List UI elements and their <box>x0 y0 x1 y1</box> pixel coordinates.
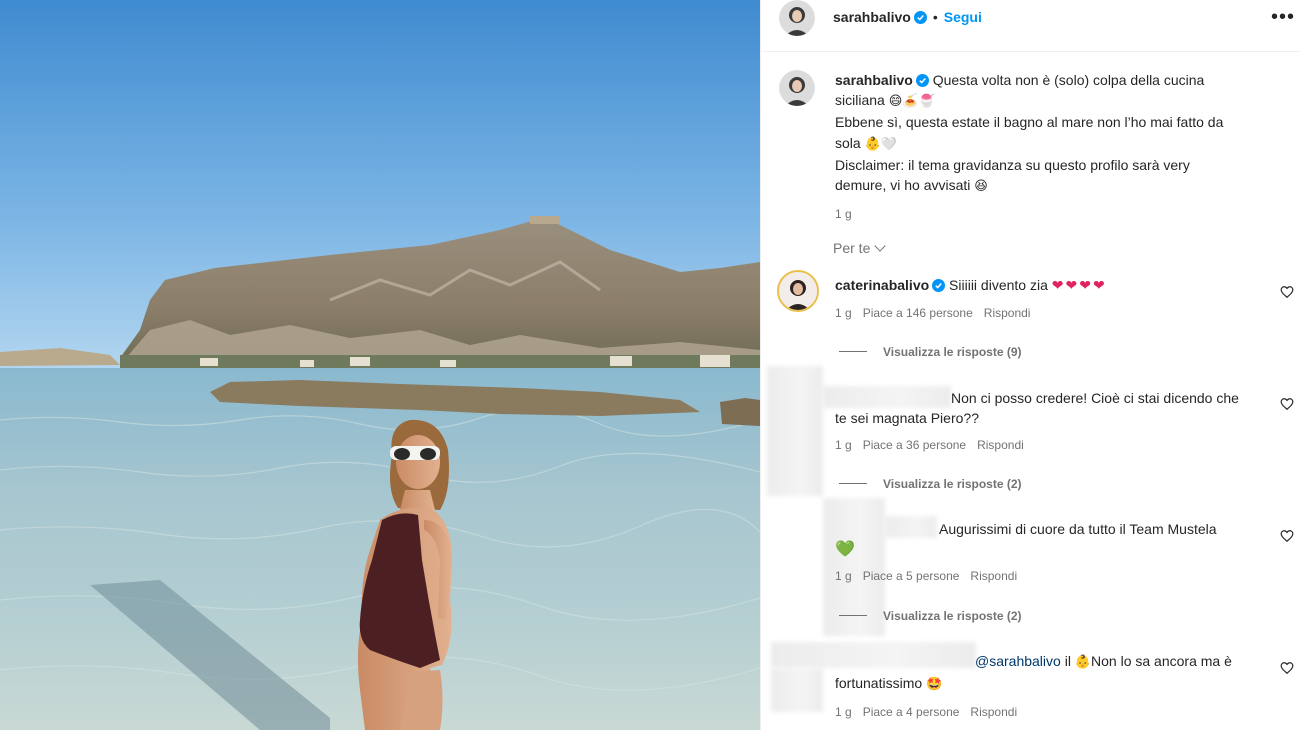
caption-line: siciliana <box>835 92 885 109</box>
heart-outline-icon[interactable] <box>1280 397 1294 411</box>
heart-outline-icon[interactable] <box>1280 285 1294 299</box>
header-separator: • <box>932 9 938 25</box>
post-header: sarahbalivo • Segui ••• <box>761 0 1300 52</box>
comment-text: Augurissimi di cuore da tutto il Team Mu… <box>939 521 1217 537</box>
caption-emoji: 😆 <box>974 179 988 195</box>
header-user-line: sarahbalivo • Segui <box>833 9 982 25</box>
baby-emoji: 👶 <box>1074 655 1092 670</box>
blurred-avatar <box>767 366 823 496</box>
reply-button[interactable]: Rispondi <box>977 438 1024 452</box>
green-heart-emoji: 💚 <box>835 539 855 559</box>
comment-text: Siiiiii divento zia <box>949 277 1048 293</box>
view-replies-button[interactable]: Visualizza le risposte (2) <box>839 477 1022 491</box>
chevron-down-icon <box>874 240 887 252</box>
view-replies-button[interactable]: Visualizza le risposte (9) <box>839 345 1022 359</box>
comments-filter-dropdown[interactable]: Per te <box>833 240 887 256</box>
comment-likes[interactable]: Piace a 4 persone <box>863 705 960 719</box>
comment-text: te sei magnata Piero?? <box>835 410 979 427</box>
comment-time: 1 g <box>835 569 852 584</box>
view-replies-label: Visualizza le risposte (2) <box>883 609 1022 623</box>
view-replies-label: Visualizza le risposte (2) <box>883 477 1022 491</box>
mention-link[interactable]: @sarahbalivo <box>975 653 1061 669</box>
caption-emoji: 😄🍝🍧 <box>888 94 935 110</box>
comment-time: 1 g <box>835 306 852 321</box>
comment-item: Non ci posso credere! Cioè ci stai dicen… <box>835 388 1290 456</box>
verified-badge-icon <box>913 11 927 24</box>
caption-line: sola <box>835 134 861 151</box>
reply-button[interactable]: Rispondi <box>970 569 1017 583</box>
header-username[interactable]: sarahbalivo <box>833 9 911 25</box>
view-replies-button[interactable]: Visualizza le risposte (2) <box>839 609 1022 623</box>
more-options-icon[interactable]: ••• <box>1271 6 1295 29</box>
replies-line <box>839 615 867 616</box>
comment-likes[interactable]: Piace a 146 persone <box>863 306 973 320</box>
comment-item: caterinabalivo Siiiiii divento zia ❤❤❤❤ … <box>835 275 1290 323</box>
caption-line: Disclaimer: il tema gravidanza su questo… <box>835 156 1190 173</box>
follow-button[interactable]: Segui <box>944 9 982 25</box>
comment-item: @sarahbalivo il 👶Non lo sa ancora ma è f… <box>835 651 1290 723</box>
caption-time: 1 g <box>835 207 852 222</box>
caption-username[interactable]: sarahbalivo <box>835 72 913 88</box>
comment-likes[interactable]: Piace a 5 persone <box>863 569 960 583</box>
view-replies-label: Visualizza le risposte (9) <box>883 345 1022 359</box>
comments-filter-label: Per te <box>833 240 871 256</box>
caption-emoji: 👶🤍 <box>864 136 897 152</box>
heart-outline-icon[interactable] <box>1280 661 1294 675</box>
comment-text: Non lo sa ancora ma è <box>1091 653 1232 669</box>
verified-badge-icon <box>915 74 929 87</box>
commenter-avatar[interactable] <box>777 270 819 312</box>
post-photo[interactable] <box>0 0 760 730</box>
comment-text: il <box>1064 653 1071 669</box>
caption-line: demure, vi ho avvisati <box>835 177 971 194</box>
comment-item: Augurissimi di cuore da tutto il Team Mu… <box>835 519 1290 587</box>
caption-author-avatar[interactable] <box>779 70 815 106</box>
comment-text: fortunatissimo <box>835 675 923 692</box>
star-eyes-emoji: 🤩 <box>926 677 943 693</box>
replies-line <box>839 483 867 484</box>
comment-text: Non ci posso credere! Cioè ci stai dicen… <box>951 390 1239 406</box>
caption-line: Ebbene sì, questa estate il bagno al mar… <box>835 114 1224 131</box>
verified-badge-icon <box>932 279 946 292</box>
blurred-avatar <box>771 668 823 712</box>
commenter-username[interactable]: caterinabalivo <box>835 277 929 293</box>
comment-likes[interactable]: Piace a 36 persone <box>863 438 966 452</box>
replies-line <box>839 351 867 352</box>
reply-button[interactable]: Rispondi <box>984 306 1031 320</box>
beach-photo-image <box>0 0 760 730</box>
author-avatar[interactable] <box>779 0 815 36</box>
caption-line: Questa volta non è (solo) colpa della cu… <box>932 72 1205 88</box>
red-heart-emoji: ❤❤❤❤ <box>1051 278 1107 294</box>
reply-button[interactable]: Rispondi <box>970 705 1017 719</box>
comment-time: 1 g <box>835 438 852 453</box>
post-caption: sarahbalivo Questa volta non è (solo) co… <box>835 70 1295 224</box>
post-side-panel: sarahbalivo • Segui ••• sarahbalivo Questa… <box>760 0 1300 730</box>
heart-outline-icon[interactable] <box>1280 529 1294 543</box>
comment-time: 1 g <box>835 705 852 720</box>
